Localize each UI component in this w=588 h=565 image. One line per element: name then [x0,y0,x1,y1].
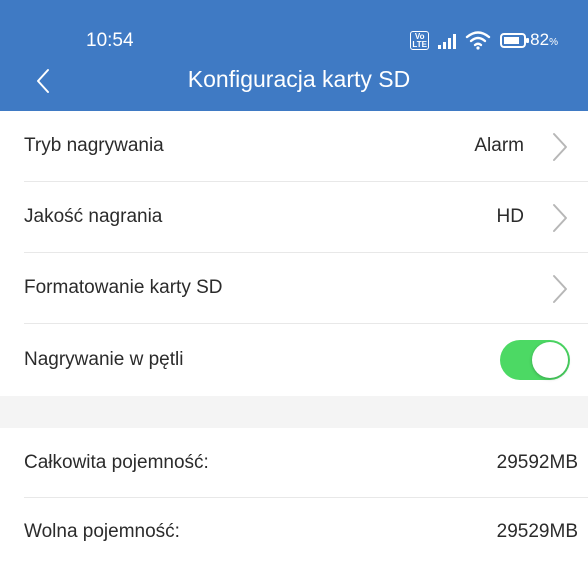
chevron-right-icon [553,204,567,232]
recording-quality-row[interactable]: Jakość nagrania HD [0,182,588,252]
recording-mode-value: Alarm [474,135,524,156]
battery-indicator: 82% [500,30,558,50]
section-spacer [0,396,588,428]
chevron-right-icon [553,133,567,161]
total-capacity-row: Całkowita pojemność: 29592MB [0,428,588,498]
battery-percent-unit: % [549,37,558,48]
toggle-knob [532,342,568,378]
format-sd-row[interactable]: Formatowanie karty SD [0,253,588,323]
battery-percent: 82% [530,30,558,50]
recording-mode-label: Tryb nagrywania [24,135,164,156]
total-capacity-value: 29592MB [496,452,578,473]
status-time: 10:54 [86,30,134,51]
recording-mode-row[interactable]: Tryb nagrywania Alarm [0,111,588,181]
wifi-icon [465,31,491,50]
battery-icon [500,32,530,48]
app-header: 10:54 Vo LTE 82% Konfiguracja karty SD [0,0,588,111]
recording-quality-label: Jakość nagrania [24,206,163,227]
battery-percent-value: 82 [530,30,550,49]
format-sd-label: Formatowanie karty SD [24,277,223,298]
free-capacity-row: Wolna pojemność: 29529MB [0,498,588,565]
status-icons: Vo LTE 82% [410,28,558,52]
loop-recording-label: Nagrywanie w pętli [24,349,184,370]
chevron-right-icon [553,275,567,303]
loop-recording-row: Nagrywanie w pętli [0,324,588,396]
battery-fill [504,36,519,44]
loop-recording-toggle[interactable] [500,340,570,380]
volte-icon: Vo LTE [410,30,430,50]
free-capacity-label: Wolna pojemność: [24,521,180,542]
page-title: Konfiguracja karty SD [187,66,411,92]
recording-quality-value: HD [496,206,524,227]
total-capacity-label: Całkowita pojemność: [24,452,209,473]
free-capacity-value: 29529MB [496,521,578,542]
signal-icon [438,31,457,49]
